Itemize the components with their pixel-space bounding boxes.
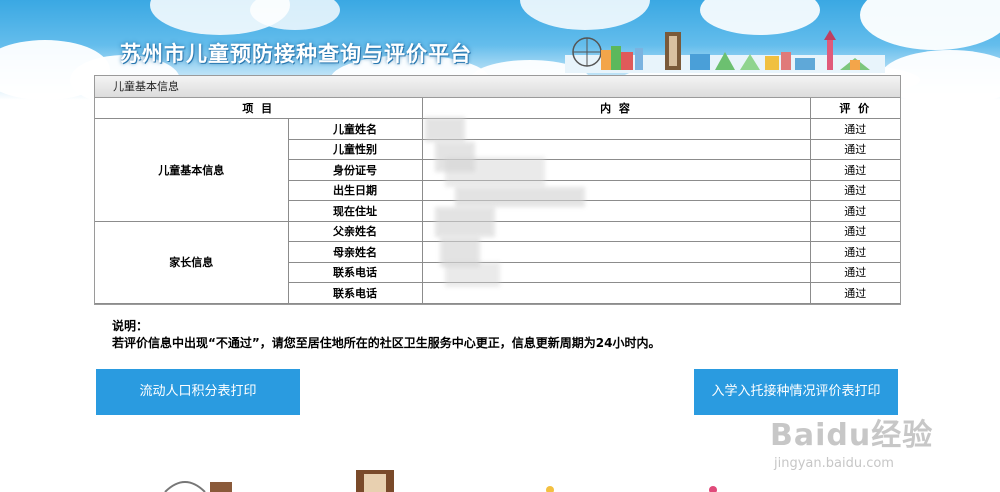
evaluation-result: 通过 — [809, 241, 900, 263]
evaluation-result: 通过 — [809, 138, 900, 160]
watermark-url: jingyan.baidu.com — [774, 456, 894, 471]
field-content — [421, 138, 811, 160]
field-content — [421, 159, 811, 181]
field-label: 现在住址 — [288, 200, 423, 222]
field-label: 出生日期 — [288, 179, 423, 201]
table-row: 儿童基本信息 儿童姓名 通过 — [95, 118, 900, 222]
field-content — [421, 241, 811, 263]
field-label: 联系电话 — [288, 261, 423, 283]
info-table: 项 目 内 容 评 价 儿童基本信息 儿童姓名 通过 儿童性别 通过 身份证号 … — [95, 98, 900, 304]
evaluation-result: 通过 — [809, 179, 900, 201]
group-label-child: 儿童基本信息 — [95, 118, 289, 222]
city-skyline-illustration — [565, 30, 885, 73]
panel-heading: 儿童基本信息 — [95, 76, 900, 98]
bottom-decoration — [164, 470, 717, 492]
evaluation-result: 通过 — [809, 282, 900, 304]
group-label-parent: 家长信息 — [95, 220, 289, 304]
field-content — [421, 179, 811, 201]
enrollment-vaccination-evaluation-print-button[interactable]: 入学入托接种情况评价表打印 — [694, 369, 898, 415]
field-content — [421, 220, 811, 242]
column-header-evaluation: 评 价 — [809, 98, 900, 119]
field-label: 身份证号 — [288, 159, 423, 181]
column-header-content: 内 容 — [421, 98, 811, 119]
info-panel: 儿童基本信息 项 目 内 容 评 价 儿童基本信息 儿童姓名 通过 儿童性别 通… — [94, 75, 901, 305]
evaluation-result: 通过 — [809, 159, 900, 181]
field-content — [421, 118, 811, 140]
note-text: 若评价信息中出现“不通过”，请您至居住地所在的社区卫生服务中心更正，信息更新周期… — [112, 336, 661, 350]
evaluation-result: 通过 — [809, 220, 900, 242]
note-label: 说明： — [112, 319, 149, 333]
column-header-item: 项 目 — [95, 98, 423, 119]
floating-population-score-print-button[interactable]: 流动人口积分表打印 — [96, 369, 300, 415]
table-row: 家长信息 父亲姓名 通过 — [95, 220, 900, 304]
field-content — [421, 261, 811, 283]
field-label: 母亲姓名 — [288, 241, 423, 263]
table-header-row: 项 目 内 容 评 价 — [95, 98, 900, 119]
field-label: 父亲姓名 — [287, 220, 423, 242]
field-label: 儿童姓名 — [287, 118, 423, 140]
field-label: 儿童性别 — [288, 138, 423, 160]
field-label: 联系电话 — [288, 282, 423, 304]
page-title: 苏州市儿童预防接种查询与评价平台 — [120, 42, 472, 66]
watermark-logo: Baidu经验 — [770, 418, 934, 453]
evaluation-result: 通过 — [809, 261, 900, 283]
note-block: 说明： 若评价信息中出现“不通过”，请您至居住地所在的社区卫生服务中心更正，信息… — [112, 318, 660, 352]
evaluation-result: 通过 — [809, 118, 900, 140]
evaluation-result: 通过 — [809, 200, 900, 222]
field-content — [421, 282, 811, 304]
field-content — [421, 200, 811, 222]
